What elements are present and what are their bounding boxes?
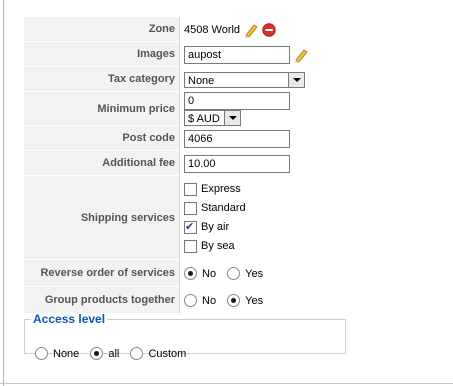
checkbox[interactable] [184, 201, 197, 215]
access-all-label: all [108, 347, 120, 360]
images-label: Images [24, 42, 180, 67]
checkbox[interactable] [184, 239, 197, 253]
access-none-radio[interactable] [35, 347, 48, 360]
shipping-option-label: By air [201, 221, 230, 233]
checkbox[interactable] [184, 182, 197, 196]
window-left-border [0, 0, 4, 386]
access-level-fieldset: Access level None all Custom [24, 312, 346, 360]
access-level-legend: Access level [33, 312, 106, 326]
reverse-order-no-label: No [202, 267, 217, 280]
shipping-option-standard[interactable]: Standard [184, 199, 348, 218]
group-products-no-radio[interactable] [184, 294, 197, 307]
shipping-option-by-air[interactable]: By air [184, 218, 348, 237]
shipping-method-form: Zone 4508 World Images Tax category None [24, 17, 348, 314]
group-products-label: Group products together [24, 287, 180, 314]
shipping-option-label: Express [201, 183, 241, 195]
shipping-option-label: Standard [201, 202, 246, 214]
pencil-icon[interactable] [293, 47, 309, 63]
chevron-down-icon[interactable] [288, 72, 304, 87]
currency-select[interactable]: $ AUD [184, 110, 241, 126]
pencil-icon[interactable] [243, 22, 259, 38]
access-level-options: None all Custom [35, 347, 194, 360]
zone-value: 4508 World [184, 23, 241, 36]
group-products-group: No Yes [180, 287, 348, 314]
shipping-services-group: Express Standard By air By sea [180, 176, 348, 260]
minimum-price-label: Minimum price [24, 92, 180, 126]
tax-category-selected: None [188, 74, 215, 87]
group-products-yes-label: Yes [245, 294, 264, 307]
shipping-services-label: Shipping services [24, 176, 180, 260]
additional-fee-label: Additional fee [24, 151, 180, 176]
access-all-radio[interactable] [90, 347, 104, 360]
shipping-option-label: By sea [201, 240, 235, 252]
group-products-yes-radio[interactable] [227, 294, 241, 307]
images-input[interactable] [184, 45, 290, 64]
zone-label: Zone [24, 17, 180, 42]
checkbox-checked[interactable] [184, 218, 197, 237]
minimum-price-input[interactable] [184, 92, 290, 110]
reverse-order-yes-radio[interactable] [227, 267, 241, 280]
tax-category-select[interactable]: None [184, 71, 305, 88]
window-bottom-border [0, 383, 453, 384]
post-code-label: Post code [24, 126, 180, 151]
shipping-option-by-sea[interactable]: By sea [184, 237, 348, 256]
additional-fee-input[interactable] [184, 154, 290, 173]
access-custom-label: Custom [148, 347, 187, 360]
group-products-no-label: No [202, 294, 217, 307]
chevron-down-icon[interactable] [224, 111, 240, 125]
reverse-order-label: Reverse order of services [24, 260, 180, 287]
shipping-option-express[interactable]: Express [184, 180, 348, 199]
tax-category-label: Tax category [24, 67, 180, 92]
delete-icon[interactable] [262, 22, 276, 37]
currency-selected: $ AUD [188, 113, 220, 125]
access-none-label: None [53, 347, 80, 360]
access-custom-radio[interactable] [130, 347, 144, 360]
reverse-order-group: No Yes [180, 260, 348, 287]
reverse-order-yes-label: Yes [245, 267, 264, 280]
reverse-order-no-radio[interactable] [184, 267, 197, 280]
post-code-input[interactable] [184, 129, 290, 148]
